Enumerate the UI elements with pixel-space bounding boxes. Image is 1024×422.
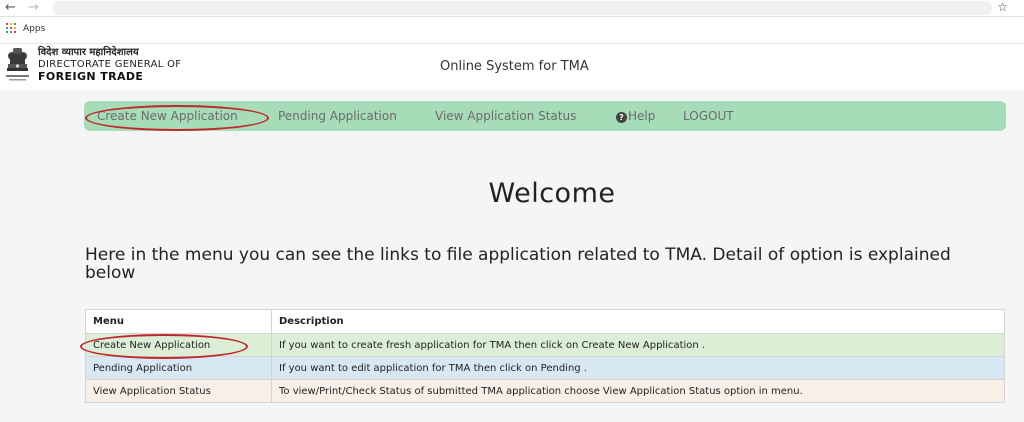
arrow-right-icon[interactable]: → [28,0,39,15]
main-menu: Create New Application Pending Applicati… [84,101,1006,131]
menu-logout[interactable]: LOGOUT [683,109,734,123]
table-cell-menu: Create New Application [85,333,272,357]
apps-grid-icon[interactable] [6,23,16,33]
welcome-heading: Welcome [488,178,616,209]
table-cell-description: If you want to create fresh application … [271,333,1005,357]
star-icon[interactable]: ☆ [997,0,1008,15]
help-icon: ? [616,112,627,123]
arrow-left-icon[interactable]: ← [5,0,16,15]
table-cell-menu: Pending Application [85,356,272,380]
intro-text: Here in the menu you can see the links t… [85,245,951,283]
menu-view-application-status[interactable]: View Application Status [435,109,576,123]
logo-hindi-text: विदेश व्यापार महानिदेशालय [38,47,139,58]
menu-pending-application[interactable]: Pending Application [278,109,397,123]
site-header: विदेश व्यापार महानिदेशालय DIRECTORATE GE… [0,44,1024,90]
table-row: View Application Status To view/Print/Ch… [85,379,1005,403]
column-header-description: Description [271,309,1005,334]
dgft-logo: विदेश व्यापार महानिदेशालय DIRECTORATE GE… [38,47,181,83]
menu-description-table: Menu Description Create New Application … [85,309,1005,403]
address-bar[interactable] [52,1,992,15]
menu-help[interactable]: ? Help [616,109,655,123]
apps-link[interactable]: Apps [23,24,45,34]
table-cell-description: To view/Print/Check Status of submitted … [271,379,1005,403]
page-content: विदेश व्यापार महानिदेशालय DIRECTORATE GE… [0,44,1024,422]
bookmarks-bar: Apps [0,17,1024,44]
logo-line-3: FOREIGN TRADE [38,70,144,83]
table-header-row: Menu Description [85,309,1005,334]
table-row: Create New Application If you want to cr… [85,333,1005,357]
browser-toolbar: ← → ☆ [0,0,1024,17]
menu-help-label: Help [628,109,656,123]
table-row: Pending Application If you want to edit … [85,356,1005,380]
table-cell-menu: View Application Status [85,379,272,403]
national-emblem-icon [6,48,29,81]
menu-create-new-application[interactable]: Create New Application [97,109,238,123]
column-header-menu: Menu [85,309,272,334]
table-cell-description: If you want to edit application for TMA … [271,356,1005,380]
system-title: Online System for TMA [440,59,589,74]
